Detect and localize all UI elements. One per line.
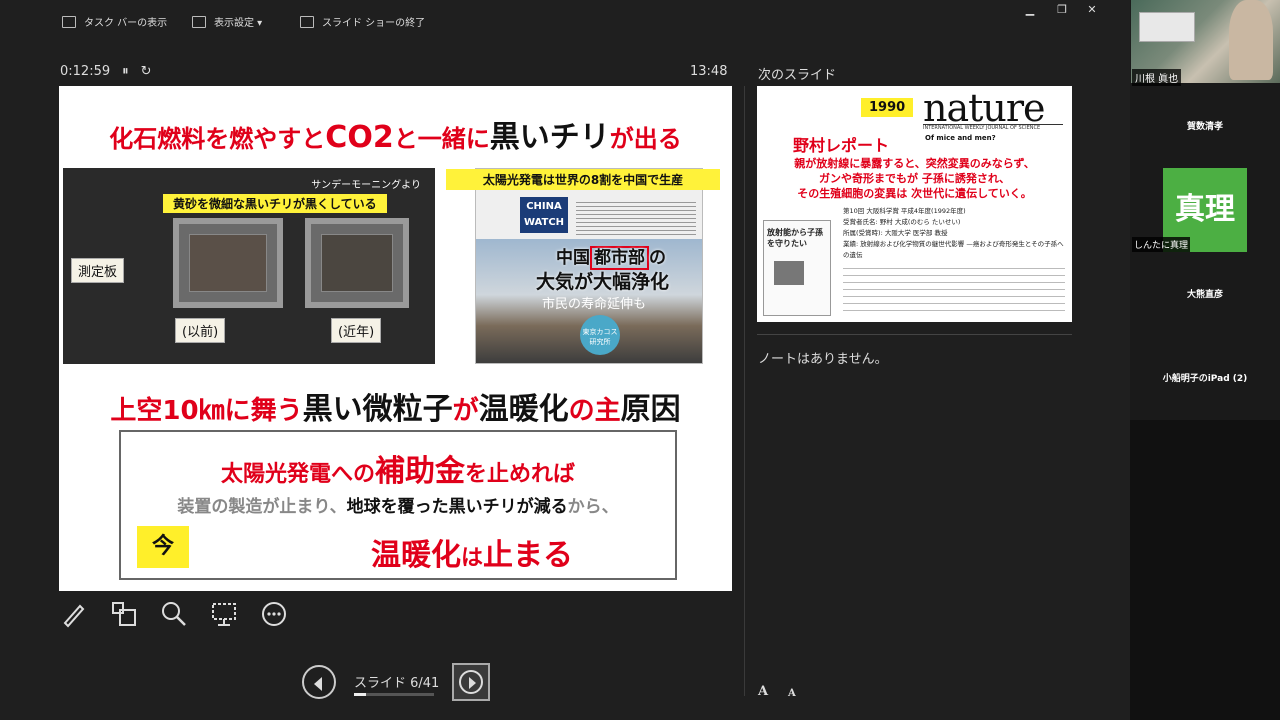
- display-settings-icon: [192, 15, 206, 28]
- zoom-icon[interactable]: [160, 600, 188, 628]
- slide-tools: [60, 600, 288, 628]
- conclusion-line-2: 装置の製造が止まり、地球を覆った黒いチリが減るから、: [177, 497, 619, 517]
- note-recent: (近年): [331, 318, 382, 343]
- clock: 13:48: [690, 64, 728, 79]
- recent-plate: [305, 218, 409, 308]
- note-measure: 測定板: [71, 258, 125, 283]
- next-slide-button[interactable]: [452, 663, 490, 701]
- article-title: Of mice and men?: [925, 134, 996, 142]
- next-slide-preview[interactable]: 1990 nature INTERNATIONAL WEEKLY JOURNAL…: [757, 86, 1072, 322]
- conclusion-line-1: 太陽光発電への補助金を止めれば: [220, 454, 576, 489]
- presenter-view: タスク バーの表示 表示設定 ▾ スライド ショーの終了 ▁ ❐ ✕ 0:12:…: [0, 0, 1130, 720]
- camera-name-tag: 川根 眞也: [1132, 69, 1182, 86]
- restore-button[interactable]: ❐: [1052, 3, 1072, 16]
- speaker-figure: [1229, 0, 1273, 80]
- slide-progress-fill: [354, 693, 366, 696]
- elapsed-time: 0:12:59: [60, 64, 111, 79]
- next-slide-year: 1990: [861, 98, 914, 117]
- article-body-lines: [843, 262, 1065, 316]
- end-slideshow-button[interactable]: スライド ショーの終了: [300, 14, 425, 29]
- old-plate: [173, 218, 283, 308]
- photo-caption: サンデーモーニングより: [311, 180, 421, 191]
- news-headline-3: 市民の寿命延伸も: [542, 297, 647, 312]
- current-slide[interactable]: 化石燃料を燃やすとCO2と一緒に黒いチリが出る サンデーモーニングより 黄砂を微…: [59, 86, 732, 591]
- news-text-lines: [576, 199, 696, 235]
- decrease-font-button[interactable]: A: [788, 688, 796, 699]
- all-slides-icon[interactable]: [110, 600, 138, 628]
- china-watch-logo: CHINA WATCH: [520, 197, 568, 233]
- display-settings-button[interactable]: 表示設定 ▾: [192, 14, 262, 29]
- news-headline-2: 大気が大幅浄化: [536, 271, 670, 293]
- slide-progress-bar: [354, 693, 434, 696]
- show-taskbar-button[interactable]: タスク バーの表示: [62, 14, 167, 29]
- slide-title: 化石燃料を燃やすとCO2と一緒に黒いチリが出る: [109, 120, 682, 155]
- slide-counter: スライド 6/41: [354, 676, 440, 691]
- slide-mid-statement: 上空10㎞に舞う黒い微粒子が温暖化の主原因: [110, 392, 681, 427]
- next-slide-title: 野村レポート: [793, 136, 890, 155]
- top-toolbar: タスク バーの表示 表示設定 ▾ スライド ショーの終了 ▁ ❐ ✕: [0, 0, 1130, 44]
- nature-subtitle: INTERNATIONAL WEEKLY JOURNAL OF SCIENCE: [923, 124, 1063, 131]
- previous-slide-button[interactable]: [302, 665, 336, 699]
- reset-icon[interactable]: ↻: [141, 64, 152, 79]
- conclusion-box: 太陽光発電への補助金を止めれば 装置の製造が止まり、地球を覆った黒いチリが減るか…: [119, 430, 677, 580]
- book-cover: 放射能から子孫を守りたい: [763, 220, 831, 316]
- participant-1[interactable]: 賀数清孝: [1130, 119, 1280, 132]
- notes-separator: [757, 334, 1072, 335]
- whiteboard: [1139, 12, 1195, 42]
- minimize-button[interactable]: ▁: [1020, 3, 1040, 16]
- next-arrow-icon: [459, 670, 483, 694]
- pause-icon[interactable]: ⏸: [122, 64, 129, 79]
- news-stamp: 東京カコス研究所: [580, 315, 620, 355]
- award-info: 第10回 大阪科学賞 平成4年度(1992年度) 受賞者氏名: 野村 大成(のむ…: [843, 207, 1064, 259]
- news-headline-1: 中国 都市部の: [556, 246, 666, 270]
- measurement-photo: サンデーモーニングより 黄砂を微細な黒いチリが黒くしている 測定板 (以前) (…: [63, 168, 435, 364]
- increase-font-button[interactable]: A: [758, 684, 768, 699]
- close-button[interactable]: ✕: [1082, 3, 1102, 16]
- participant-3[interactable]: 大熊直彦: [1130, 287, 1280, 300]
- news-header: 太陽光発電は世界の8割を中国で生産: [446, 169, 720, 190]
- speaker-notes: ノートはありません。: [758, 352, 888, 367]
- participant-4[interactable]: 小船明子のiPad (2): [1130, 371, 1280, 384]
- news-clipping: 太陽光発電は世界の8割を中国で生産 CHINA WATCH 中国 都市部の 大気が…: [446, 168, 720, 364]
- next-slide-summary: 親が放射線に暴露すると、突然変異のみならず、 ガンや奇形までもが 子孫に誘発され…: [794, 157, 1035, 200]
- pen-icon[interactable]: [60, 600, 88, 628]
- taskbar-icon: [62, 15, 76, 28]
- avatar-name-tag: しんたに真理: [1132, 237, 1191, 252]
- black-screen-icon[interactable]: [210, 600, 238, 628]
- photo-label: 黄砂を微細な黒いチリが黒くしている: [163, 194, 387, 213]
- note-before: (以前): [175, 318, 226, 343]
- timer: 0:12:59 ⏸ ↻: [60, 64, 152, 79]
- end-show-icon: [300, 15, 314, 28]
- now-badge: 今: [137, 526, 189, 568]
- pane-divider[interactable]: [744, 86, 745, 696]
- more-options-icon[interactable]: [260, 600, 288, 628]
- next-slide-label: 次のスライド: [758, 68, 837, 83]
- conclusion-line-3: 温暖化は止まる: [371, 538, 574, 573]
- participants-panel-bottom: [1130, 420, 1280, 720]
